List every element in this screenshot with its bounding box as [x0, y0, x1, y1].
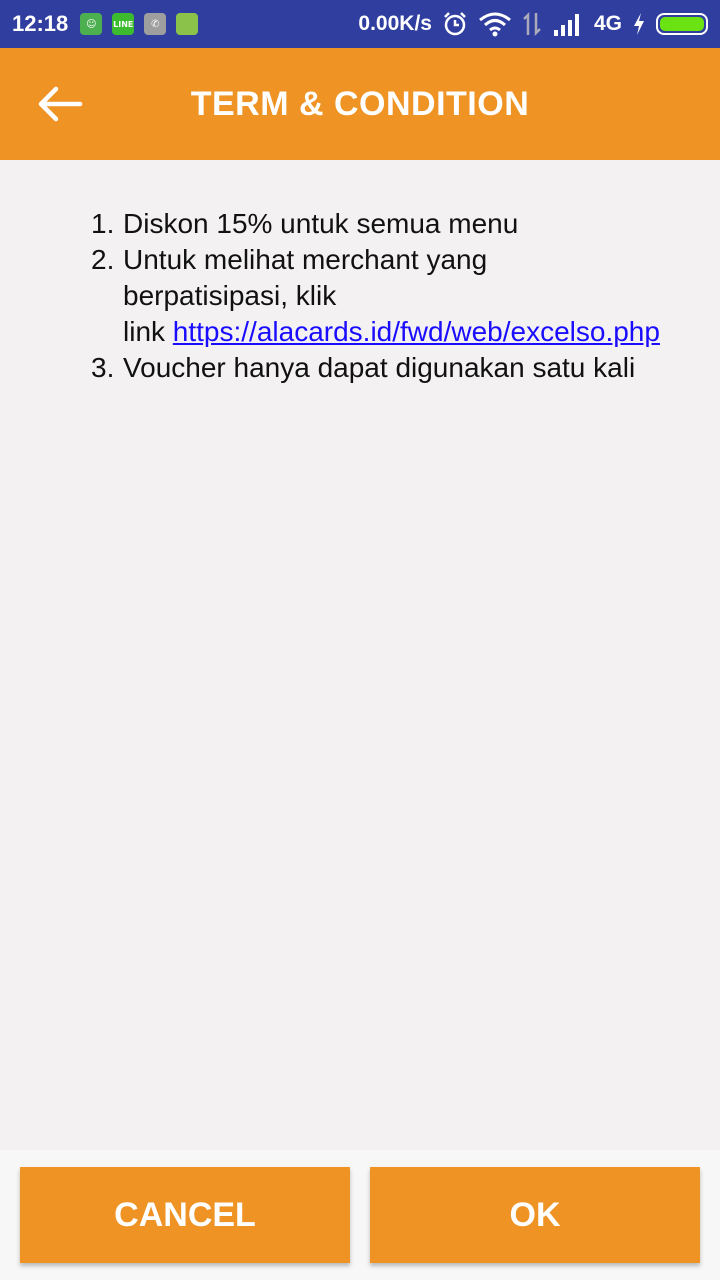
cancel-button[interactable]: CANCEL — [20, 1167, 350, 1263]
list-item: 3. Voucher hanya dapat digunakan satu ka… — [91, 350, 720, 386]
whatsapp-icon: ✆ — [144, 13, 167, 35]
arrow-left-icon — [38, 86, 83, 122]
item-text: Voucher hanya dapat digunakan satu kali — [123, 352, 636, 383]
battery-app-icon — [176, 13, 199, 35]
action-bar: CANCEL OK — [0, 1150, 720, 1280]
line-icon: LINE — [112, 13, 135, 35]
item-text-line: berpatisipasi, klik — [123, 280, 337, 311]
data-arrows-icon — [523, 11, 541, 37]
terms-content: 1. Diskon 15% untuk semua menu 2. Untuk … — [0, 160, 720, 1150]
status-bar: 12:18 ☺ LINE ✆ 0.00K/s 4G — [0, 0, 720, 48]
alarm-icon — [444, 12, 466, 36]
item-text-line: Untuk melihat merchant yang — [123, 244, 488, 275]
item-text-line: link — [123, 316, 173, 347]
network-type: 4G — [593, 12, 622, 35]
item-number: 3. — [91, 352, 115, 383]
back-button[interactable] — [24, 76, 96, 132]
ok-button[interactable]: OK — [370, 1167, 700, 1263]
wifi-icon — [479, 12, 511, 37]
merchant-link[interactable]: https://alacards.id/fwd/web/excelso.php — [173, 316, 660, 347]
page-title: TERM & CONDITION — [190, 85, 530, 123]
item-text: Untuk melihat merchant yang berpatisipas… — [123, 242, 720, 350]
item-number: 1. — [91, 208, 115, 239]
net-speed: 0.00K/s — [358, 12, 432, 35]
signal-icon — [553, 14, 579, 36]
charging-icon — [634, 13, 644, 35]
item-number: 2. — [91, 244, 115, 275]
android-icon: ☺ — [80, 13, 103, 35]
list-item: 2. Untuk melihat merchant yang berpatisi… — [91, 242, 720, 350]
terms-list: 1. Diskon 15% untuk semua menu 2. Untuk … — [91, 206, 720, 386]
item-text: Diskon 15% untuk semua menu — [123, 208, 519, 239]
status-time: 12:18 — [12, 11, 69, 36]
list-item: 1. Diskon 15% untuk semua menu — [91, 206, 720, 242]
app-bar: TERM & CONDITION — [0, 48, 720, 160]
battery-icon — [656, 13, 708, 35]
